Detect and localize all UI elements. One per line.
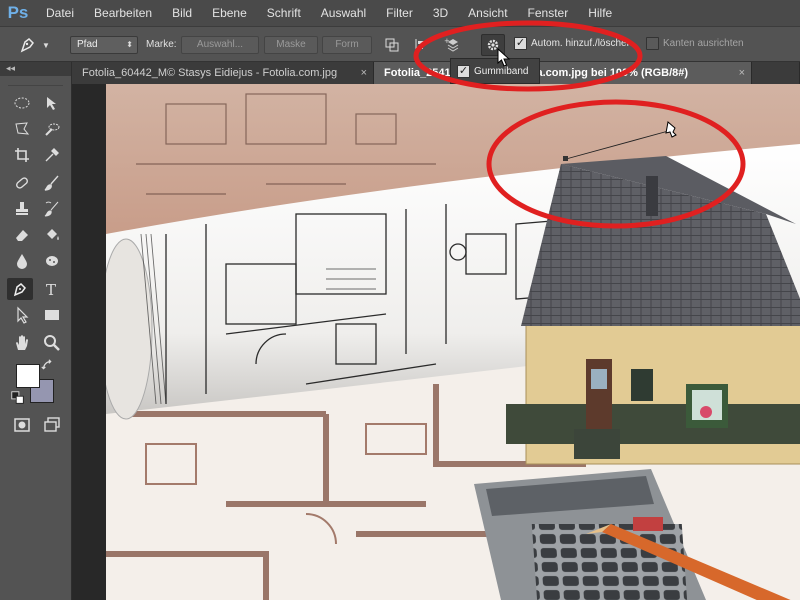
menu-bild[interactable]: Bild — [162, 0, 202, 26]
auto-add-delete-checkbox[interactable]: ✓ — [514, 37, 527, 50]
clone-stamp-tool-icon[interactable] — [9, 198, 35, 220]
maske-button[interactable]: Maske — [264, 36, 318, 54]
path-operations-icon[interactable] — [381, 35, 403, 55]
swap-colors-icon[interactable] — [40, 358, 56, 374]
menu-filter[interactable]: Filter — [376, 0, 423, 26]
crop-tool-icon[interactable] — [9, 144, 35, 166]
tab-label: Fotolia_60442_M© Stasys Eidiejus - Fotol… — [82, 67, 338, 79]
eyedropper-tool-icon[interactable] — [39, 144, 65, 166]
path-alignment-icon[interactable] — [410, 35, 432, 55]
quick-mask-icon[interactable] — [9, 414, 35, 436]
svg-text:+: + — [444, 37, 450, 45]
document-canvas[interactable] — [106, 84, 800, 600]
canvas-gutter — [72, 84, 106, 600]
menu-fenster[interactable]: Fenster — [518, 0, 579, 26]
sponge-tool-icon[interactable] — [39, 250, 65, 272]
menu-3d[interactable]: 3D — [423, 0, 458, 26]
auswahl-button[interactable]: Auswahl... — [181, 36, 259, 54]
path-arrangement-icon[interactable]: + — [442, 35, 464, 55]
collapse-toggle[interactable]: ◂◂ — [0, 62, 71, 76]
lasso-tool-icon[interactable] — [9, 118, 35, 140]
mouse-pointer-icon — [497, 48, 511, 67]
history-brush-tool-icon[interactable] — [39, 198, 65, 220]
marquee-tool-icon[interactable] — [9, 92, 35, 114]
panel-grip[interactable] — [8, 76, 63, 86]
pen-tool-icon[interactable] — [7, 278, 33, 300]
close-icon[interactable]: × — [739, 62, 745, 84]
auto-add-delete-label: Autom. hinzuf./löschen — [531, 38, 633, 49]
tab-document-2[interactable]: Fotolia_2541 5 - Fotolia.com.jpg bei 100%… — [374, 62, 752, 84]
updown-arrow-icon: ⬍ — [126, 40, 133, 49]
blueprint-house-photo — [106, 84, 800, 600]
menu-bar: Ps Datei Bearbeiten Bild Ebene Schrift A… — [0, 0, 800, 26]
pen-tool-icon — [20, 38, 34, 53]
move-tool-icon[interactable] — [39, 92, 65, 114]
chevron-down-icon: ▼ — [42, 40, 50, 50]
align-edges-checkbox[interactable]: ✓ — [646, 37, 659, 50]
hand-tool-icon[interactable] — [9, 332, 35, 354]
photoshop-logo: Ps — [7, 3, 29, 22]
path-selection-tool-icon[interactable] — [9, 304, 35, 326]
align-edges-label: Kanten ausrichten — [663, 38, 744, 49]
menu-ansicht[interactable]: Ansicht — [458, 0, 517, 26]
menu-bearbeiten[interactable]: Bearbeiten — [84, 0, 162, 26]
tool-preset-picker[interactable]: ▼ — [16, 34, 64, 56]
paint-bucket-tool-icon[interactable] — [39, 224, 65, 246]
close-icon[interactable]: × — [361, 62, 367, 84]
zoom-tool-icon[interactable] — [39, 332, 65, 354]
menu-hilfe[interactable]: Hilfe — [578, 0, 622, 26]
menu-ebene[interactable]: Ebene — [202, 0, 257, 26]
tab-label: Fotolia_2541 — [384, 67, 451, 79]
form-button[interactable]: Form — [322, 36, 372, 54]
screen-mode-icon[interactable] — [39, 414, 65, 436]
tab-document-1[interactable]: Fotolia_60442_M© Stasys Eidiejus - Fotol… — [72, 62, 374, 84]
eraser-tool-icon[interactable] — [9, 224, 35, 246]
tools-panel: ◂◂ T — [0, 62, 72, 600]
brush-tool-icon[interactable] — [39, 172, 65, 194]
mode-select[interactable]: Pfad ⬍ — [70, 36, 138, 54]
quick-selection-tool-icon[interactable] — [39, 118, 65, 140]
rubber-band-popup: ✓ Gummiband — [450, 58, 540, 84]
menu-auswahl[interactable]: Auswahl — [311, 0, 376, 26]
foreground-color-swatch[interactable] — [16, 364, 40, 388]
default-colors-icon[interactable] — [10, 390, 26, 406]
type-tool-icon[interactable]: T — [39, 278, 65, 300]
anchor-point[interactable] — [563, 156, 568, 161]
marke-label: Marke: — [146, 39, 177, 50]
options-bar: ▼ Pfad ⬍ Marke: Auswahl... Maske Form + … — [0, 26, 800, 62]
blur-tool-icon[interactable] — [9, 250, 35, 272]
rectangle-tool-icon[interactable] — [39, 304, 65, 326]
mode-select-value: Pfad — [77, 39, 98, 50]
menu-schrift[interactable]: Schrift — [257, 0, 311, 26]
menu-datei[interactable]: Datei — [36, 0, 84, 26]
tab-document-3[interactable] — [752, 62, 800, 84]
svg-text:T: T — [46, 281, 56, 298]
document-tabs: Fotolia_60442_M© Stasys Eidiejus - Fotol… — [72, 62, 800, 84]
healing-brush-tool-icon[interactable] — [9, 172, 35, 194]
rubber-band-checkbox[interactable]: ✓ — [457, 64, 470, 78]
